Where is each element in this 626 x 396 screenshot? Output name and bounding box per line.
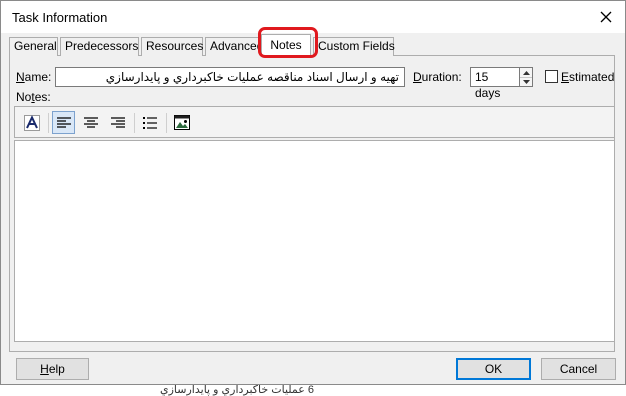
insert-object-icon (173, 115, 190, 130)
notes-text-area[interactable] (14, 140, 615, 342)
ok-button[interactable]: OK (456, 358, 531, 380)
notes-label: Notes: (16, 90, 51, 104)
dialog-title: Task Information (12, 10, 108, 25)
tab-advanced-label: Advanced (210, 39, 261, 53)
align-left-button[interactable] (52, 111, 75, 134)
bullet-list-icon (142, 116, 157, 129)
help-button[interactable]: Help (16, 358, 89, 380)
tab-notes[interactable]: Notes (261, 34, 311, 56)
tab-strip: General Predecessors Resources Advanced … (9, 34, 615, 56)
tab-general-label: General (14, 39, 57, 53)
insert-object-button[interactable] (170, 111, 193, 134)
tab-general[interactable]: General (9, 37, 58, 56)
task-name-input[interactable]: تهیه و ارسال اسناد مناقصه عملیات خاکبردا… (55, 67, 405, 87)
tab-predecessors[interactable]: Predecessors (60, 37, 139, 56)
tab-resources-label: Resources (146, 39, 204, 53)
font-button[interactable] (20, 111, 43, 134)
estimated-checkbox[interactable] (545, 70, 558, 83)
bullets-button[interactable] (138, 111, 161, 134)
align-center-icon (83, 116, 98, 128)
close-button[interactable] (593, 5, 619, 29)
align-right-icon (110, 116, 125, 128)
duration-down-button[interactable] (520, 77, 532, 86)
spin-down-icon (522, 80, 530, 84)
notes-format-toolbar (14, 106, 615, 138)
duration-up-button[interactable] (520, 68, 532, 77)
align-left-icon (56, 116, 71, 128)
cancel-button[interactable]: Cancel (541, 358, 616, 380)
estimated-label: Estimated (561, 70, 615, 84)
tab-custom-fields[interactable]: Custom Fields (313, 37, 395, 56)
font-icon (23, 114, 40, 131)
title-bar: Task Information (1, 1, 625, 33)
duration-input[interactable]: 15 days (470, 67, 520, 100)
toolbar-separator (134, 113, 135, 133)
tab-resources[interactable]: Resources (141, 37, 203, 56)
toolbar-separator (48, 113, 49, 133)
duration-spinner (520, 67, 533, 87)
tab-notes-label: Notes (270, 38, 302, 52)
duration-label: Duration: (413, 70, 462, 84)
name-label: Name: (16, 70, 52, 84)
align-center-button[interactable] (79, 111, 102, 134)
tab-custom-fields-label: Custom Fields (318, 39, 395, 53)
spin-up-icon (522, 70, 530, 75)
tab-predecessors-label: Predecessors (65, 39, 139, 53)
align-right-button[interactable] (106, 111, 129, 134)
toolbar-separator (166, 113, 167, 133)
close-icon (600, 11, 612, 23)
tab-advanced[interactable]: Advanced (205, 37, 261, 56)
